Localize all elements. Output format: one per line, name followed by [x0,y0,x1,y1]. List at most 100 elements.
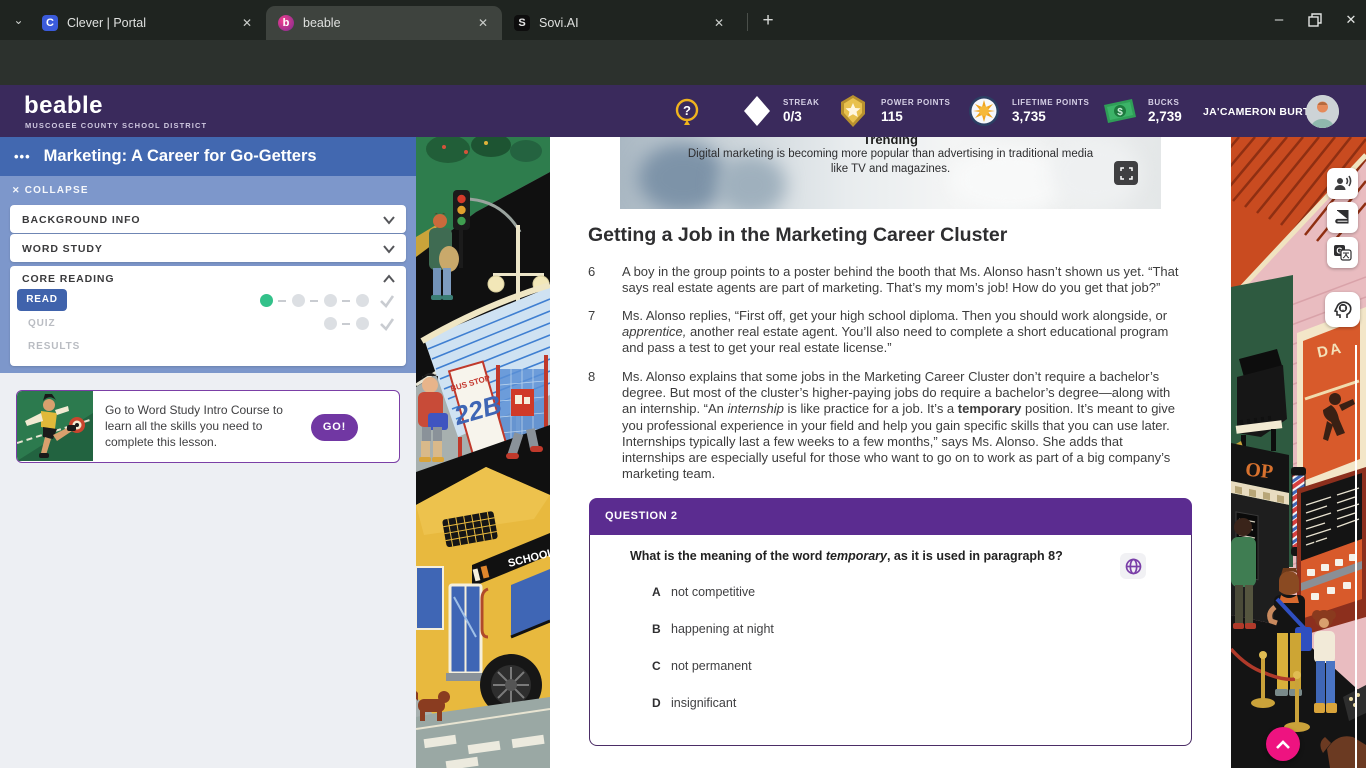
answer-option-d[interactable]: D insignificant [652,696,736,710]
lifetime-points-sun-icon [967,94,1001,133]
svg-text:$: $ [1117,107,1123,118]
tab-divider [747,13,748,31]
power-points-value: 115 [881,109,950,124]
collapse-button[interactable]: ✕ COLLAPSE [12,185,89,196]
word-study-promo-card: Go to Word Study Intro Course to learn a… [16,390,400,463]
school-bus: SCHOOL BU [416,467,550,717]
globe-icon [1125,558,1142,575]
window-minimize-button[interactable]: – [1270,11,1288,29]
tab-clever-portal[interactable]: C Clever | Portal ✕ [30,6,266,40]
lifetime-points-label: LIFETIME POINTS [1012,98,1089,107]
question-card-header: QUESTION 2 [589,498,1192,535]
progress-dash [342,323,350,325]
progress-dot-active [260,294,273,307]
browser-toolbar: muscogee.login.beable.com/lesson/dbb6cd6… [0,40,1366,85]
option-letter: A [652,585,671,599]
scroll-to-top-button[interactable] [1266,727,1300,761]
answer-option-c[interactable]: C not permanent [652,659,752,673]
chevron-down-icon[interactable] [382,242,396,260]
read-check-icon [378,293,396,309]
read-aloud-button[interactable] [1327,168,1358,199]
restore-icon [1306,11,1324,29]
window-restore-button[interactable] [1306,11,1324,29]
tab-label: Clever | Portal [67,16,238,30]
paragraph-number: 8 [588,369,622,482]
svg-text:?: ? [683,103,691,118]
streak-label: STREAK [783,98,820,107]
option-text: happening at night [671,622,774,636]
tab-close-icon[interactable]: ✕ [238,14,256,32]
paragraph-8: 8 Ms. Alonso explains that some jobs in … [588,369,1187,482]
dictionary-button[interactable] [1327,202,1358,233]
expand-image-button[interactable] [1114,161,1138,185]
tab-search-button[interactable]: ⌄ [8,10,29,31]
expand-icon [1120,167,1133,180]
quiz-label[interactable]: QUIZ [28,318,56,329]
window-close-button[interactable]: ✕ [1342,11,1360,29]
answer-option-b[interactable]: B happening at night [652,622,774,636]
chevron-down-icon[interactable] [382,213,396,231]
quiz-check-icon [378,316,396,332]
page-scroll-edge [1355,345,1357,768]
lesson-sidebar: ••• Marketing: A Career for Go-Getters ✕… [0,137,416,768]
sidebar-panel: ✕ COLLAPSE BACKGROUND INFO WORD STUDY CO… [0,176,416,373]
figure-title: Trending [620,137,1161,147]
section-word-study[interactable]: WORD STUDY [10,234,406,262]
avatar[interactable] [1306,95,1339,128]
streak-diamond-icon [740,94,774,133]
app-header: beable MUSCOGEE COUNTY SCHOOL DISTRICT ?… [0,85,1366,137]
section-background-info[interactable]: BACKGROUND INFO [10,205,406,233]
head-idea-icon [1332,299,1353,320]
soccer-player-illustration [17,391,93,461]
go-button[interactable]: GO! [311,414,358,441]
lifetime-points-stat: LIFETIME POINTS 3,735 [1012,98,1089,124]
tab-sovi-ai[interactable]: S Sovi.AI ✕ [502,6,738,40]
sidebar-header: ••• Marketing: A Career for Go-Getters [0,137,416,176]
tab-close-icon[interactable]: ✕ [710,14,728,32]
section-core-reading[interactable]: CORE READING READ QUIZ RESU [10,266,406,366]
bucks-money-icon: $ [1101,97,1139,130]
paragraph-text: Ms. Alonso explains that some jobs in th… [622,369,1187,482]
progress-dash [310,300,318,302]
chevron-up-icon[interactable] [382,272,396,290]
bucks-label: BUCKS [1148,98,1182,107]
bucks-value: 2,739 [1148,109,1182,124]
lesson-content: Trending Digital marketing is becoming m… [550,137,1231,768]
power-points-label: POWER POINTS [881,98,950,107]
figure-caption: Digital marketing is becoming more popul… [620,147,1161,177]
beable-logo[interactable]: beable [24,92,103,120]
question-label: QUESTION 2 [605,510,678,522]
district-label: MUSCOGEE COUNTY SCHOOL DISTRICT [25,121,207,130]
tab-label: Sovi.AI [539,16,710,30]
bucks-stat: BUCKS 2,739 [1148,98,1182,124]
progress-dot [356,294,369,307]
paragraph-7: 7 Ms. Alonso replies, “First off, get yo… [588,308,1187,357]
lesson-menu-button[interactable]: ••• [14,149,31,164]
power-points-badge-icon [836,94,870,133]
promo-text: Go to Word Study Intro Course to learn a… [105,402,310,450]
paragraph-number: 6 [588,264,622,296]
option-letter: D [652,696,671,710]
tutor-button[interactable] [1325,292,1360,327]
beable-favicon: b [278,15,294,31]
tab-beable[interactable]: b beable ✕ [266,6,502,40]
results-label[interactable]: RESULTS [28,341,80,352]
read-aloud-icon [1333,175,1352,192]
lesson-figure: Trending Digital marketing is becoming m… [620,137,1161,209]
streak-value: 0/3 [783,109,820,124]
translate-question-button[interactable] [1120,553,1146,579]
help-icon[interactable]: ? [674,98,700,131]
read-button[interactable]: READ [17,289,67,311]
city-street-illustration-left: BUS STOP 22B [416,137,550,768]
power-points-stat: POWER POINTS 115 [881,98,950,124]
lifetime-points-value: 3,735 [1012,109,1089,124]
translate-icon: G [1333,244,1352,261]
svg-text:OP: OP [1244,459,1274,484]
chevron-up-icon [1275,739,1291,750]
new-tab-button[interactable]: + [756,9,780,33]
option-text: not competitive [671,585,755,599]
translate-button[interactable]: G [1327,237,1358,268]
user-name[interactable]: JA'CAMERON BURTIN [1203,106,1321,118]
answer-option-a[interactable]: A not competitive [652,585,755,599]
tab-close-icon[interactable]: ✕ [474,14,492,32]
